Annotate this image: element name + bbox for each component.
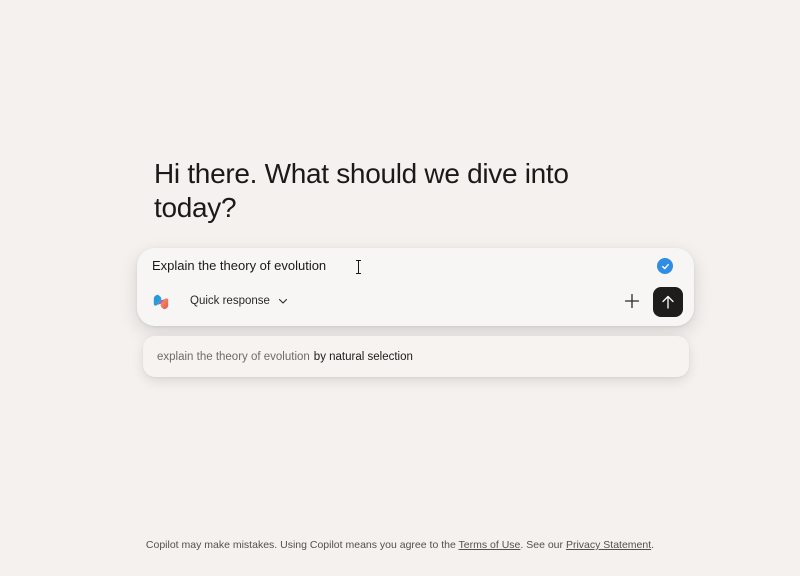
- plus-icon: [625, 294, 639, 308]
- chat-composer: Explain the theory of evolution Quick re…: [137, 248, 694, 326]
- add-attachment-button[interactable]: [622, 291, 642, 311]
- copilot-logo-icon: [153, 294, 169, 310]
- message-input[interactable]: Explain the theory of evolution: [152, 258, 326, 274]
- copilot-home: Hi there. What should we dive into today…: [0, 0, 800, 576]
- chevron-down-icon: [278, 298, 287, 304]
- arrow-up-icon: [662, 295, 674, 309]
- autocomplete-suggestion[interactable]: explain the theory of evolution by natur…: [143, 336, 689, 377]
- response-mode-label: Quick response: [190, 295, 270, 307]
- greeting-heading: Hi there. What should we dive into today…: [154, 158, 569, 223]
- terms-of-use-link[interactable]: Terms of Use: [459, 539, 521, 551]
- footer-text: Copilot may make mistakes. Using Copilot…: [145, 539, 456, 551]
- response-mode-dropdown[interactable]: Quick response: [180, 286, 298, 316]
- text-cursor-icon: [356, 260, 361, 274]
- footer-text-middle: . See our: [520, 539, 564, 551]
- check-badge-icon: [657, 258, 673, 274]
- privacy-statement-link[interactable]: Privacy Statement: [566, 539, 651, 551]
- suggestion-prefix: explain the theory of evolution: [157, 350, 310, 363]
- footer-disclaimer: Copilot may make mistakes. Using Copilot…: [0, 539, 800, 551]
- suggestion-completion: by natural selection: [313, 350, 413, 363]
- footer-text-end: .: [651, 539, 655, 551]
- send-button[interactable]: [653, 287, 683, 317]
